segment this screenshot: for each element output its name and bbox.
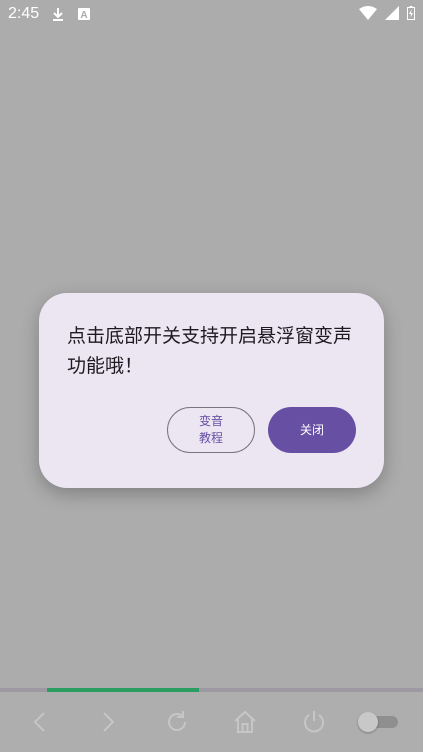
power-button[interactable]	[294, 702, 334, 742]
download-icon	[51, 7, 65, 21]
power-icon	[304, 711, 324, 733]
forward-icon	[103, 712, 115, 732]
status-right	[359, 5, 415, 24]
home-icon	[234, 710, 256, 733]
refresh-button[interactable]	[157, 702, 197, 742]
voice-toggle-switch[interactable]	[358, 712, 398, 732]
back-icon	[33, 712, 45, 732]
forward-button[interactable]	[88, 702, 128, 742]
close-button[interactable]: 关闭	[268, 407, 356, 453]
status-time: 2:45	[8, 5, 40, 22]
close-button-label: 关闭	[299, 422, 324, 437]
toggle-knob	[358, 712, 378, 732]
tutorial-button[interactable]: 变音 教程	[167, 407, 255, 453]
refresh-icon	[168, 711, 186, 731]
keyboard-a-icon: A	[77, 7, 91, 21]
signal-icon	[385, 5, 399, 24]
battery-charging-icon	[407, 5, 415, 24]
back-button[interactable]	[20, 702, 60, 742]
home-button[interactable]	[225, 702, 265, 742]
dialog: 点击底部开关支持开启悬浮窗变声功能哦！ 变音 教程 关闭	[39, 293, 384, 488]
dialog-message: 点击底部开关支持开启悬浮窗变声功能哦！	[67, 325, 353, 377]
tutorial-button-label: 变音 教程	[198, 414, 223, 445]
wifi-icon	[359, 5, 377, 24]
notification-letter: A	[81, 10, 88, 20]
bottom-toolbar	[0, 692, 423, 752]
status-left: 2:45 A	[8, 5, 91, 23]
status-bar: 2:45 A	[0, 0, 423, 28]
